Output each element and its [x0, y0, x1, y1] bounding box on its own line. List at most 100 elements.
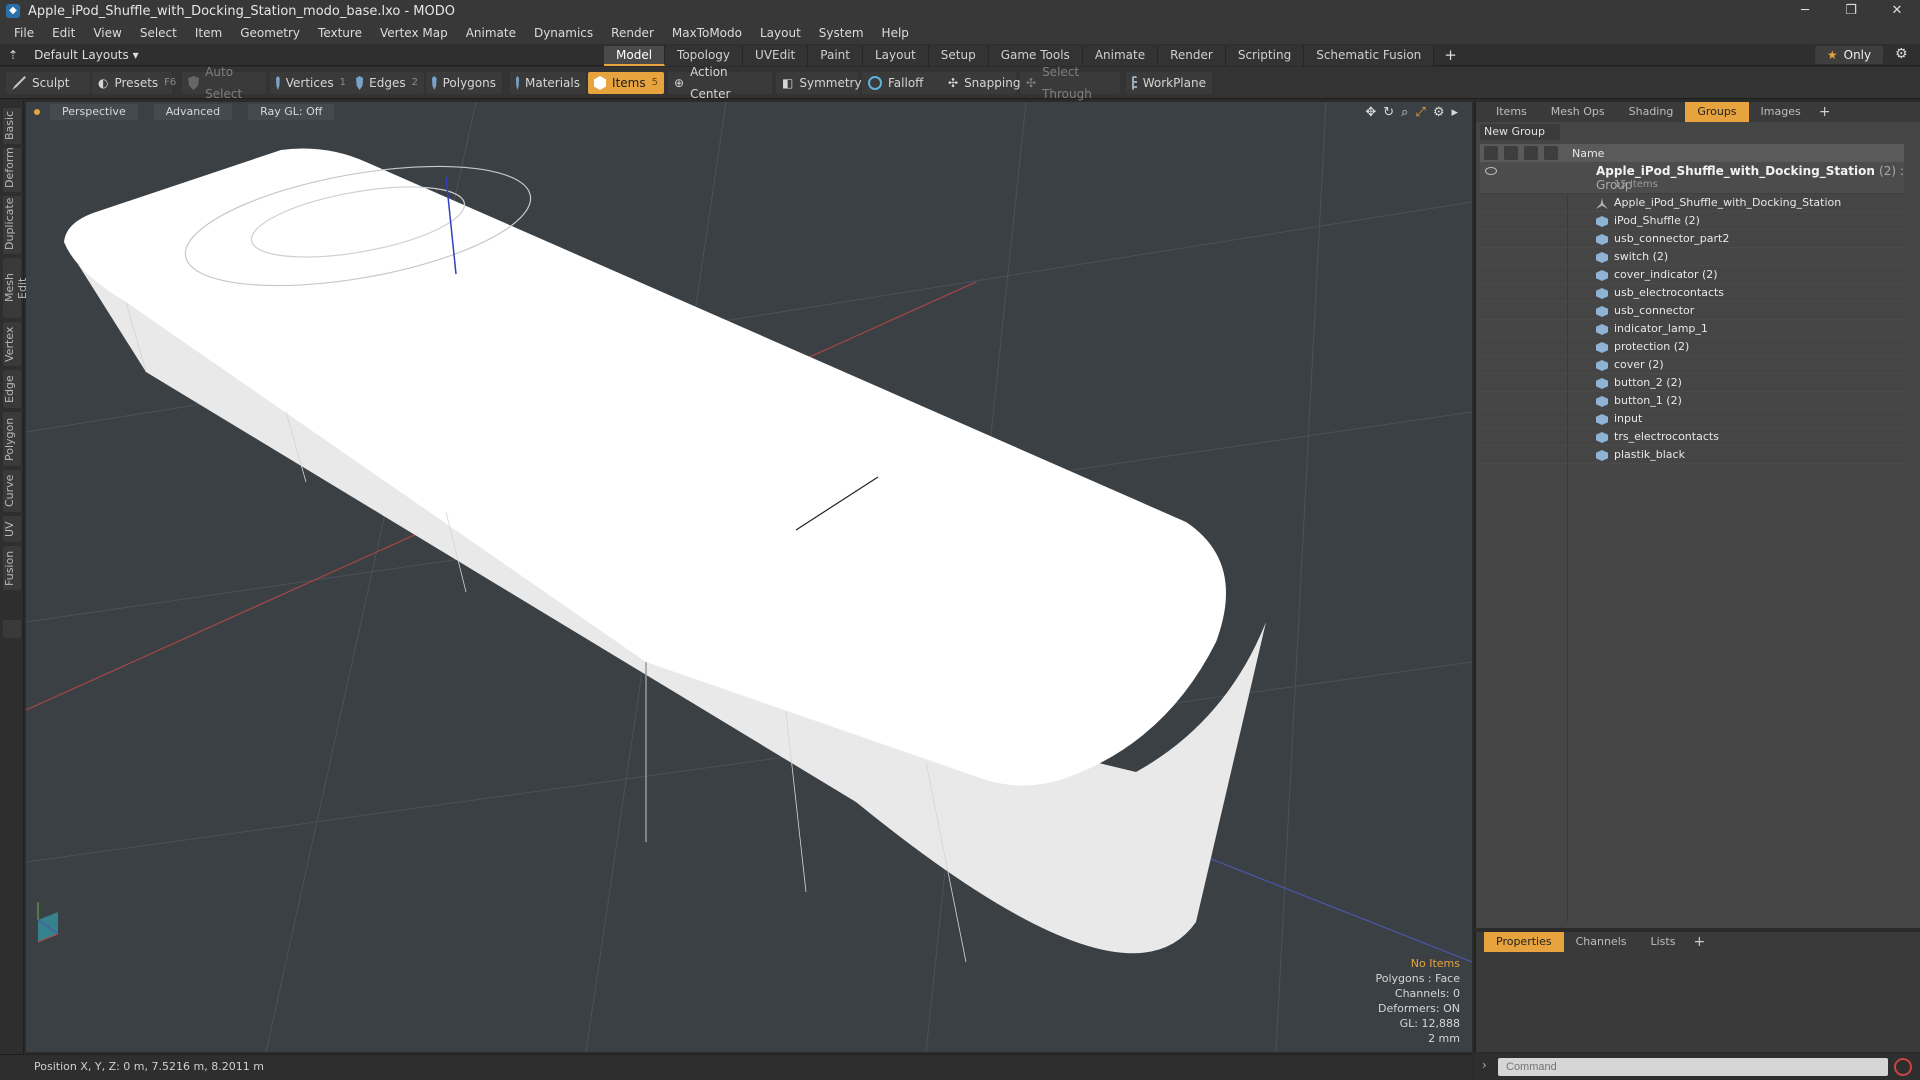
tab-schematic-fusion[interactable]: Schematic Fusion [1304, 46, 1435, 66]
menu-item[interactable]: Item [186, 26, 231, 40]
list-item[interactable]: button_2 (2) [1480, 374, 1904, 392]
edges-button[interactable]: Edges 2 [350, 72, 424, 94]
group-row[interactable]: Apple_iPod_Shuffle_with_Docking_Station … [1480, 162, 1904, 194]
list-item[interactable]: cover_indicator (2) [1480, 266, 1904, 284]
tab-paint[interactable]: Paint [808, 46, 863, 66]
list-item[interactable]: usb_electrocontacts [1480, 284, 1904, 302]
list-item[interactable]: Apple_iPod_Shuffle_with_Docking_Station [1480, 194, 1904, 212]
vtab-basic[interactable]: Basic [3, 108, 21, 144]
list-item[interactable]: usb_connector [1480, 302, 1904, 320]
menu-file[interactable]: File [5, 26, 43, 40]
restore-button[interactable]: ❐ [1828, 0, 1874, 22]
list-item[interactable]: button_1 (2) [1480, 392, 1904, 410]
falloff-button[interactable]: Falloff [862, 72, 946, 94]
menu-select[interactable]: Select [131, 26, 186, 40]
new-group-button[interactable]: New Group [1480, 124, 1560, 140]
vtab-polygon[interactable]: Polygon [3, 412, 21, 466]
tab-properties[interactable]: Properties [1484, 932, 1564, 952]
polygons-button[interactable]: Polygons [426, 72, 502, 94]
menu-help[interactable]: Help [873, 26, 918, 40]
lock-header-icon[interactable] [1524, 146, 1538, 160]
advanced-button[interactable]: Advanced [153, 104, 233, 120]
rotate-icon[interactable]: ↻ [1383, 105, 1394, 120]
list-item[interactable]: trs_electrocontacts [1480, 428, 1904, 446]
tab-setup[interactable]: Setup [928, 46, 989, 66]
menu-texture[interactable]: Texture [309, 26, 371, 40]
viewport-menu-dot[interactable] [34, 109, 40, 115]
tab-scripting[interactable]: Scripting [1225, 46, 1305, 66]
eye-icon[interactable] [1485, 167, 1497, 175]
list-item[interactable]: plastik_black [1480, 446, 1904, 464]
menu-geometry[interactable]: Geometry [231, 26, 309, 40]
list-item[interactable]: protection (2) [1480, 338, 1904, 356]
zoom-icon[interactable]: ⌕ [1401, 105, 1408, 120]
select-through-button[interactable]: ✣ Select Through [1020, 65, 1120, 101]
viewport-expand-icon[interactable]: ▸ [1451, 105, 1458, 120]
vtab-edge[interactable]: Edge [3, 370, 21, 408]
auto-select-button[interactable]: Auto Select [182, 65, 266, 101]
vtab-uv[interactable]: UV [3, 516, 21, 542]
minimize-button[interactable]: ─ [1782, 0, 1828, 22]
list-item[interactable]: iPod_Shuffle (2) [1480, 212, 1904, 230]
3d-viewport[interactable]: Perspective Advanced Ray GL: Off ✥ ↻ ⌕ ⤢… [26, 102, 1472, 1052]
list-item[interactable]: indicator_lamp_1 [1480, 320, 1904, 338]
add-props-tab-button[interactable]: + [1687, 934, 1711, 950]
perspective-button[interactable]: Perspective [50, 104, 138, 120]
add-panel-tab-button[interactable]: + [1813, 104, 1837, 120]
vtab-duplicate[interactable]: Duplicate [3, 196, 21, 254]
tab-shading[interactable]: Shading [1617, 102, 1686, 122]
only-button[interactable]: ★ Only [1815, 46, 1883, 64]
tab-mesh-ops[interactable]: Mesh Ops [1539, 102, 1617, 122]
workplane-button[interactable]: WorkPlane [1126, 72, 1212, 94]
list-item[interactable]: input [1480, 410, 1904, 428]
layout-collapse-icon[interactable]: ⇡ [8, 48, 18, 62]
action-center-button[interactable]: ⊕ Action Center [668, 65, 772, 101]
menu-vertex-map[interactable]: Vertex Map [371, 26, 457, 40]
viewport-settings-icon[interactable]: ⚙ [1433, 105, 1445, 120]
list-item[interactable]: usb_connector_part2 [1480, 230, 1904, 248]
sculpt-button[interactable]: Sculpt [6, 72, 90, 94]
menu-dynamics[interactable]: Dynamics [525, 26, 602, 40]
symmetry-button[interactable]: ◧ Symmetry [776, 72, 862, 94]
pan-icon[interactable]: ✥ [1365, 105, 1376, 120]
menu-animate[interactable]: Animate [457, 26, 525, 40]
render-header-icon[interactable] [1504, 146, 1518, 160]
command-record-button[interactable] [1894, 1058, 1912, 1076]
materials-button[interactable]: Materials [510, 72, 586, 94]
presets-button[interactable]: ◐ Presets F6 [92, 72, 176, 94]
menu-layout[interactable]: Layout [751, 26, 810, 40]
tab-layout[interactable]: Layout [862, 46, 929, 66]
list-item[interactable]: switch (2) [1480, 248, 1904, 266]
tab-images[interactable]: Images [1749, 102, 1813, 122]
menu-render[interactable]: Render [602, 26, 663, 40]
gear-icon[interactable]: ⚙ [1895, 46, 1908, 62]
snapping-button[interactable]: ✣ Snapping [942, 72, 1020, 94]
tab-render[interactable]: Render [1158, 46, 1226, 66]
vtab-fusion[interactable]: Fusion [3, 546, 21, 590]
list-item[interactable]: cover (2) [1480, 356, 1904, 374]
menu-view[interactable]: View [84, 26, 130, 40]
layout-selector[interactable]: ⇡ Default Layouts ▾ [8, 44, 139, 66]
command-input[interactable] [1498, 1058, 1888, 1076]
vtab-deform[interactable]: Deform [3, 147, 21, 192]
tab-channels[interactable]: Channels [1564, 932, 1639, 952]
vtab-curve[interactable]: Curve [3, 470, 21, 512]
select-header-icon[interactable] [1544, 146, 1558, 160]
tab-items[interactable]: Items [1484, 102, 1539, 122]
eye-header-icon[interactable] [1484, 146, 1498, 160]
add-tab-button[interactable]: + [1434, 46, 1467, 66]
menu-maxtomodo[interactable]: MaxToModo [663, 26, 751, 40]
items-button[interactable]: Items 5 [588, 72, 664, 94]
raygl-button[interactable]: Ray GL: Off [248, 104, 335, 120]
tool-expand-button[interactable] [3, 620, 21, 638]
vtab-vertex[interactable]: Vertex [3, 322, 21, 366]
menu-edit[interactable]: Edit [43, 26, 84, 40]
fit-icon[interactable]: ⤢ [1415, 105, 1425, 120]
vertices-button[interactable]: Vertices 1 [270, 72, 352, 94]
menu-system[interactable]: System [810, 26, 873, 40]
vtab-mesh-edit[interactable]: Mesh Edit [3, 258, 29, 318]
tab-groups[interactable]: Groups [1685, 102, 1749, 122]
name-column-header[interactable]: Name [1572, 147, 1604, 160]
tab-model[interactable]: Model [604, 46, 666, 66]
close-button[interactable]: ✕ [1874, 0, 1920, 22]
